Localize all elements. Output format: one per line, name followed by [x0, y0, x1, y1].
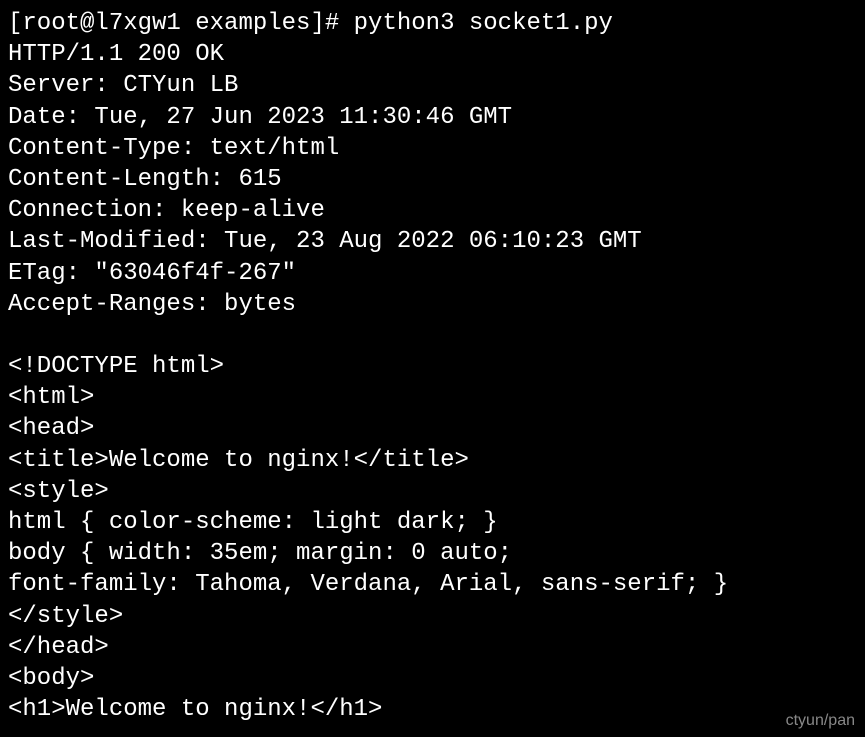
body-line: </style> [8, 601, 857, 632]
http-header: Server: CTYun LB [8, 70, 857, 101]
body-line: <style> [8, 476, 857, 507]
http-header: Date: Tue, 27 Jun 2023 11:30:46 GMT [8, 102, 857, 133]
body-line: <body> [8, 663, 857, 694]
command-line: [root@l7xgw1 examples]# python3 socket1.… [8, 8, 857, 39]
http-header: Connection: keep-alive [8, 195, 857, 226]
body-line: <head> [8, 413, 857, 444]
http-status-line: HTTP/1.1 200 OK [8, 39, 857, 70]
http-header: ETag: "63046f4f-267" [8, 258, 857, 289]
http-header: Last-Modified: Tue, 23 Aug 2022 06:10:23… [8, 226, 857, 257]
body-line: </head> [8, 632, 857, 663]
body-line: <h1>Welcome to nginx!</h1> [8, 694, 857, 725]
body-line: html { color-scheme: light dark; } [8, 507, 857, 538]
command-text: python3 socket1.py [354, 10, 613, 37]
body-line: body { width: 35em; margin: 0 auto; [8, 538, 857, 569]
http-header: Content-Length: 615 [8, 164, 857, 195]
terminal-output[interactable]: [root@l7xgw1 examples]# python3 socket1.… [8, 8, 857, 725]
body-line: <!DOCTYPE html> [8, 351, 857, 382]
shell-prompt: [root@l7xgw1 examples]# [8, 10, 354, 37]
watermark: ctyun/pan [786, 711, 855, 732]
http-header: Content-Type: text/html [8, 133, 857, 164]
http-header: Accept-Ranges: bytes [8, 289, 857, 320]
body-line: <title>Welcome to nginx!</title> [8, 445, 857, 476]
body-line: <html> [8, 382, 857, 413]
body-line: font-family: Tahoma, Verdana, Arial, san… [8, 569, 857, 600]
blank-line [8, 320, 857, 351]
